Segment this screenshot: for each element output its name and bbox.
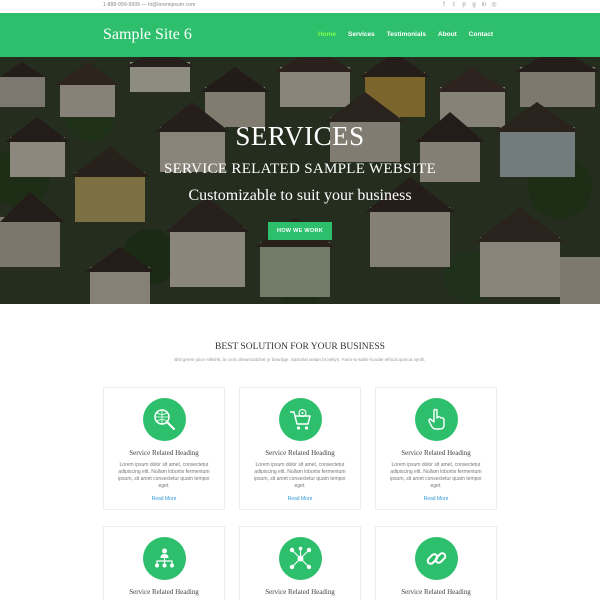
linkedin-icon[interactable]: in <box>481 2 487 9</box>
pinterest-icon[interactable]: p <box>461 2 467 9</box>
main-navbar: Sample Site 6 Home Services Testimonials… <box>0 13 600 57</box>
service-icon-circle <box>415 537 458 580</box>
service-card: Service Related Heading <box>375 526 497 600</box>
shopping-cart-icon <box>290 408 311 430</box>
hero-title: SERVICES <box>235 121 365 151</box>
link-icon <box>426 552 447 565</box>
network-icon <box>289 546 312 570</box>
service-heading: Service Related Heading <box>265 449 335 457</box>
service-heading: Service Related Heading <box>265 588 335 596</box>
top-bar: 1-888-999-9999 — hi@loremipsum.com f t p… <box>0 0 600 13</box>
nav-item-services[interactable]: Services <box>348 31 375 38</box>
how-we-work-button[interactable]: HOW WE WORK <box>268 222 332 240</box>
hero-overlay <box>0 57 600 304</box>
pointing-hand-icon <box>428 408 445 430</box>
contact-info: 1-888-999-9999 — hi@loremipsum.com <box>103 2 196 8</box>
service-icon-circle <box>279 537 322 580</box>
site-brand[interactable]: Sample Site 6 <box>103 26 192 44</box>
nav-item-about[interactable]: About <box>438 31 457 38</box>
section-subtitle: Bitil green juice mlkshk, la croix dream… <box>174 357 426 362</box>
instagram-icon[interactable]: ◎ <box>491 2 497 9</box>
google-plus-icon[interactable]: g <box>471 2 477 9</box>
service-description: Lorem ipsum dolor sit amet, consectetur … <box>254 462 346 489</box>
service-icon-circle <box>279 398 322 441</box>
nav-item-testimonials[interactable]: Testimonials <box>387 31 426 38</box>
service-description: Lorem ipsum dolor sit amet, consectetur … <box>390 462 482 489</box>
service-card: Service Related Heading <box>103 526 225 600</box>
facebook-icon[interactable]: f <box>441 2 447 9</box>
nav-item-contact[interactable]: Contact <box>469 31 493 38</box>
service-heading: Service Related Heading <box>129 449 199 457</box>
service-icon-circle <box>143 537 186 580</box>
hero-subtitle: SERVICE RELATED SAMPLE WEBSITE <box>163 161 437 177</box>
read-more-link[interactable]: Read More <box>240 496 360 502</box>
service-heading: Service Related Heading <box>129 588 199 596</box>
service-card: Service Related Heading <box>239 526 361 600</box>
service-card: Service Related Heading Lorem ipsum dolo… <box>375 387 497 510</box>
nav-item-home[interactable]: Home <box>318 31 336 38</box>
service-description: Lorem ipsum dolor sit amet, consectetur … <box>118 462 210 489</box>
service-heading: Service Related Heading <box>401 588 471 596</box>
service-card: Service Related Heading Lorem ipsum dolo… <box>239 387 361 510</box>
hero-banner: SERVICES SERVICE RELATED SAMPLE WEBSITE … <box>0 57 600 304</box>
social-links: f t p g in ◎ <box>441 2 497 9</box>
section-title: BEST SOLUTION FOR YOUR BUSINESS <box>215 342 385 352</box>
hero-tagline: Customizable to suit your business <box>188 187 412 204</box>
service-icon-circle <box>143 398 186 441</box>
service-icon-circle <box>415 398 458 441</box>
read-more-link[interactable]: Read More <box>376 496 496 502</box>
twitter-icon[interactable]: t <box>451 2 457 9</box>
service-heading: Service Related Heading <box>401 449 471 457</box>
magnifier-globe-icon <box>154 409 176 431</box>
org-chart-icon <box>155 548 174 568</box>
nav-menu: Home Services Testimonials About Contact <box>318 31 493 38</box>
read-more-link[interactable]: Read More <box>104 496 224 502</box>
service-card: Service Related Heading Lorem ipsum dolo… <box>103 387 225 510</box>
